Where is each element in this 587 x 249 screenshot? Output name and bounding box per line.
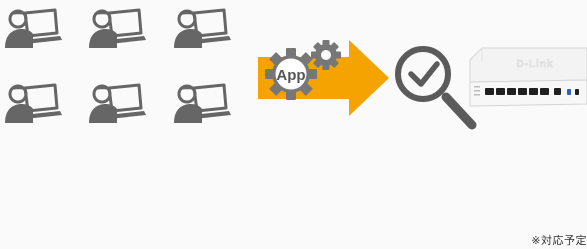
user-with-laptop-icon (172, 83, 233, 125)
user-with-laptop-icon (172, 8, 233, 50)
magnifier-check-icon (395, 46, 477, 130)
app-gear-icon: App (265, 48, 317, 100)
brand-label: D-Link (516, 59, 553, 70)
small-gear-icon (311, 40, 341, 70)
user-with-laptop-icon (87, 83, 148, 125)
network-switch-icon: D-Link (469, 47, 587, 107)
footnote: ※対応予定 (531, 234, 587, 247)
user-with-laptop-icon (3, 8, 64, 50)
app-label: App (276, 67, 305, 84)
user-with-laptop-icon (3, 83, 64, 125)
network-automation-diagram: App D-Link (3, 8, 587, 130)
user-with-laptop-icon (87, 8, 148, 50)
